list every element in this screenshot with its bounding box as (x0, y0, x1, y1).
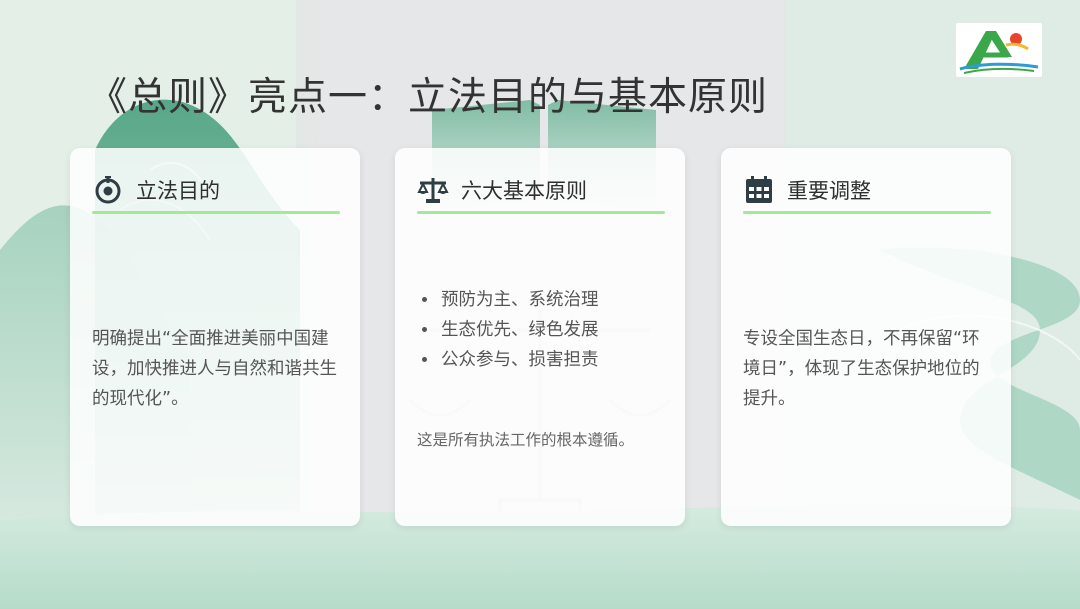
card-title: 六大基本原则 (461, 179, 587, 203)
slide: 《总则》亮点一：立法目的与基本原则 立法目的 明确提出“全面推进美丽中国建设，加… (0, 0, 1080, 609)
card-basic-principles: 六大基本原则 预防为主、系统治理 生态优先、绿色发展 公众参与、损害担责 这是所… (395, 148, 685, 526)
card-legislative-purpose: 立法目的 明确提出“全面推进美丽中国建设，加快推进人与自然和谐共生的现代化”。 (70, 148, 360, 526)
logo (956, 23, 1042, 77)
principles-list: 预防为主、系统治理 生态优先、绿色发展 公众参与、损害担责 (417, 285, 599, 375)
card-body: 专设全国生态日，不再保留“环境日”，体现了生态保护地位的提升。 (743, 329, 980, 409)
scale-icon (417, 174, 449, 206)
card-important-adjustment: 重要调整 专设全国生态日，不再保留“环境日”，体现了生态保护地位的提升。 (721, 148, 1011, 526)
card-title: 重要调整 (787, 179, 871, 203)
slide-title: 《总则》亮点一：立法目的与基本原则 (88, 75, 769, 120)
green-a-logo-icon (959, 31, 1039, 74)
calendar-icon (743, 174, 775, 206)
accent-divider (417, 211, 665, 214)
list-item: 预防为主、系统治理 (439, 285, 599, 315)
target-icon (92, 174, 124, 206)
accent-divider (743, 211, 991, 214)
list-item: 生态优先、绿色发展 (439, 315, 599, 345)
card-title: 立法目的 (136, 179, 220, 203)
card-note: 这是所有执法工作的根本遵循。 (417, 431, 635, 449)
accent-divider (92, 211, 340, 214)
list-item: 公众参与、损害担责 (439, 345, 599, 375)
card-body: 明确提出“全面推进美丽中国建设，加快推进人与自然和谐共生的现代化”。 (92, 329, 337, 409)
